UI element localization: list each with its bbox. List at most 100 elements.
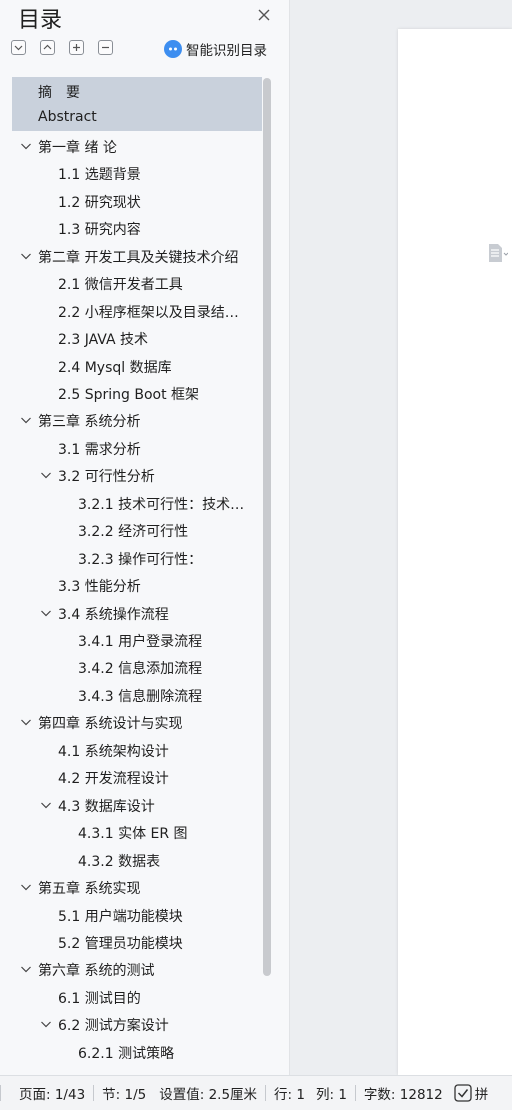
spellcheck-icon[interactable]	[454, 1084, 472, 1102]
toc-item[interactable]: 6.2 测试方案设计	[12, 1010, 262, 1037]
toc-item-label: 3.2.1 技术可行性：技术背景	[78, 496, 252, 513]
toc-item-label: 3.4.2 信息添加流程	[78, 661, 203, 678]
toc-item-label: 6.2.1 测试策略	[78, 1045, 175, 1062]
toc-item[interactable]: 3.4.2 信息添加流程	[12, 653, 262, 680]
status-setting[interactable]: 设置值: 2.5厘米	[159, 1083, 257, 1103]
toc-item[interactable]: 1.3 研究内容	[12, 214, 262, 241]
status-separator	[354, 1085, 356, 1101]
status-spellcheck-label[interactable]: 拼	[475, 1083, 489, 1103]
toc-item[interactable]: 2.2 小程序框架以及目录结构介绍	[12, 297, 262, 324]
toc-item[interactable]: 2.3 JAVA 技术	[12, 324, 262, 351]
toc-item[interactable]: 1.1 选题背景	[12, 159, 262, 186]
close-icon	[258, 9, 270, 21]
toc-item[interactable]: 3.3 性能分析	[12, 571, 262, 598]
toc-item[interactable]: 3.1 需求分析	[12, 434, 262, 461]
status-row[interactable]: 行: 1	[274, 1083, 305, 1103]
collapse-all-button[interactable]	[11, 40, 26, 55]
toc-item[interactable]: 第三章 系统分析	[12, 406, 262, 433]
toc-item-label: 第六章 系统的测试	[38, 963, 155, 980]
toc-item[interactable]: 3.4 系统操作流程	[12, 599, 262, 626]
status-separator	[265, 1085, 267, 1101]
toc-item-label: 1.1 选题背景	[58, 167, 141, 184]
close-button[interactable]	[254, 5, 274, 25]
toc-item[interactable]: 3.2 可行性分析	[12, 461, 262, 488]
toc-item-label: 6.1 测试目的	[58, 990, 141, 1007]
expand-up-button[interactable]	[40, 40, 55, 55]
toc-item[interactable]: 1.2 研究现状	[12, 187, 262, 214]
toc-item[interactable]: 3.4.1 用户登录流程	[12, 626, 262, 653]
toc-item[interactable]: 2.1 微信开发者工具	[12, 269, 262, 296]
toc-item[interactable]: 6.2.1 测试策略	[12, 1038, 262, 1065]
toc-item[interactable]: 第一章 绪 论	[12, 132, 262, 159]
toc-item[interactable]: Abstract	[12, 104, 262, 132]
smart-toc-button[interactable]: 智能识别目录	[164, 39, 267, 59]
status-separator	[310, 1085, 311, 1101]
chevron-down-icon[interactable]	[20, 140, 32, 152]
toc-item[interactable]: 5.2 管理员功能模块	[12, 928, 262, 955]
document-area	[290, 0, 512, 1075]
page-format-icon[interactable]	[486, 242, 508, 264]
toc-item[interactable]: 4.3.2 数据表	[12, 846, 262, 873]
toc-item[interactable]: 3.2.2 经济可行性	[12, 516, 262, 543]
toc-item[interactable]: 4.3 数据库设计	[12, 791, 262, 818]
toc-item-label: 4.3.1 实体 ER 图	[78, 826, 188, 843]
toc-item-label: 第四章 系统设计与实现	[38, 716, 183, 733]
status-separator	[93, 1085, 95, 1101]
toc-item[interactable]: 3.2.1 技术可行性：技术背景	[12, 489, 262, 516]
status-wordcount[interactable]: 字数: 12812	[364, 1083, 443, 1103]
toc-item[interactable]: 第六章 系统的测试	[12, 955, 262, 982]
status-separator	[152, 1085, 153, 1101]
document-page[interactable]	[398, 29, 512, 1075]
remove-level-button[interactable]	[98, 40, 113, 55]
chevron-down-icon[interactable]	[20, 250, 32, 262]
toc-item[interactable]: 4.1 系统架构设计	[12, 736, 262, 763]
chevron-up-icon	[43, 44, 52, 50]
toc-item-label: 5.1 用户端功能模块	[58, 908, 183, 925]
toc-item-label: Abstract	[38, 109, 97, 126]
ai-robot-icon	[164, 40, 182, 58]
toc-item[interactable]: 2.5 Spring Boot 框架	[12, 379, 262, 406]
smart-toc-label: 智能识别目录	[186, 43, 267, 59]
toc-item[interactable]: 6.1 测试目的	[12, 983, 262, 1010]
toc-item[interactable]: 5.1 用户端功能模块	[12, 901, 262, 928]
toc-item-label: 4.1 系统架构设计	[58, 743, 169, 760]
toc-item-label: 3.1 需求分析	[58, 441, 141, 458]
toc-item-label: 2.2 小程序框架以及目录结构介绍	[58, 304, 252, 321]
toc-item[interactable]: 4.2 开发流程设计	[12, 763, 262, 790]
toc-item-label: 第二章 开发工具及关键技术介绍	[38, 249, 239, 266]
chevron-down-icon	[14, 45, 23, 51]
chevron-down-icon[interactable]	[40, 799, 52, 811]
chevron-down-icon[interactable]	[20, 963, 32, 975]
chevron-down-icon[interactable]	[20, 881, 32, 893]
chevron-down-icon[interactable]	[20, 414, 32, 426]
toc-item-label: 第三章 系统分析	[38, 414, 141, 431]
toc-item[interactable]: 摘 要	[12, 77, 262, 104]
toc-scroll-thumb[interactable]	[263, 78, 271, 976]
status-col[interactable]: 列: 1	[316, 1083, 347, 1103]
chevron-down-icon[interactable]	[40, 469, 52, 481]
toc-item-label: 4.3.2 数据表	[78, 853, 161, 870]
toc-item-label: 3.4.1 用户登录流程	[78, 634, 203, 650]
toc-toolbar	[11, 40, 113, 55]
toc-item[interactable]: 3.2.3 操作可行性：	[12, 544, 262, 571]
status-section[interactable]: 节: 1/5	[102, 1083, 146, 1103]
toc-item-label: 第一章 绪 论	[38, 139, 117, 156]
toc-item[interactable]: 第四章 系统设计与实现	[12, 708, 262, 735]
toc-panel: 目录 智能识别目录 摘 要 Abstract 第一章 绪 论 1.1 选题背景 1.2 …	[0, 0, 290, 1075]
toc-item-label: 第五章 系统实现	[38, 881, 141, 898]
toc-item-label: 2.5 Spring Boot 框架	[58, 386, 200, 403]
toc-item-label: 3.2 可行性分析	[58, 469, 155, 486]
toc-item-label: 摘 要	[38, 85, 80, 101]
add-level-button[interactable]	[69, 40, 84, 55]
toc-item[interactable]: 3.4.3 信息删除流程	[12, 681, 262, 708]
toc-item[interactable]: 2.4 Mysql 数据库	[12, 352, 262, 379]
toc-item[interactable]: 第二章 开发工具及关键技术介绍	[12, 242, 262, 269]
chevron-down-icon[interactable]	[20, 716, 32, 728]
status-page[interactable]: 页面: 1/43	[19, 1083, 85, 1103]
chevron-down-icon[interactable]	[40, 1018, 52, 1030]
toc-scrollbar[interactable]	[262, 78, 272, 976]
toc-item[interactable]: 第五章 系统实现	[12, 873, 262, 900]
toc-item-label: 2.4 Mysql 数据库	[58, 359, 172, 376]
toc-item[interactable]: 4.3.1 实体 ER 图	[12, 818, 262, 845]
chevron-down-icon[interactable]	[40, 607, 52, 619]
